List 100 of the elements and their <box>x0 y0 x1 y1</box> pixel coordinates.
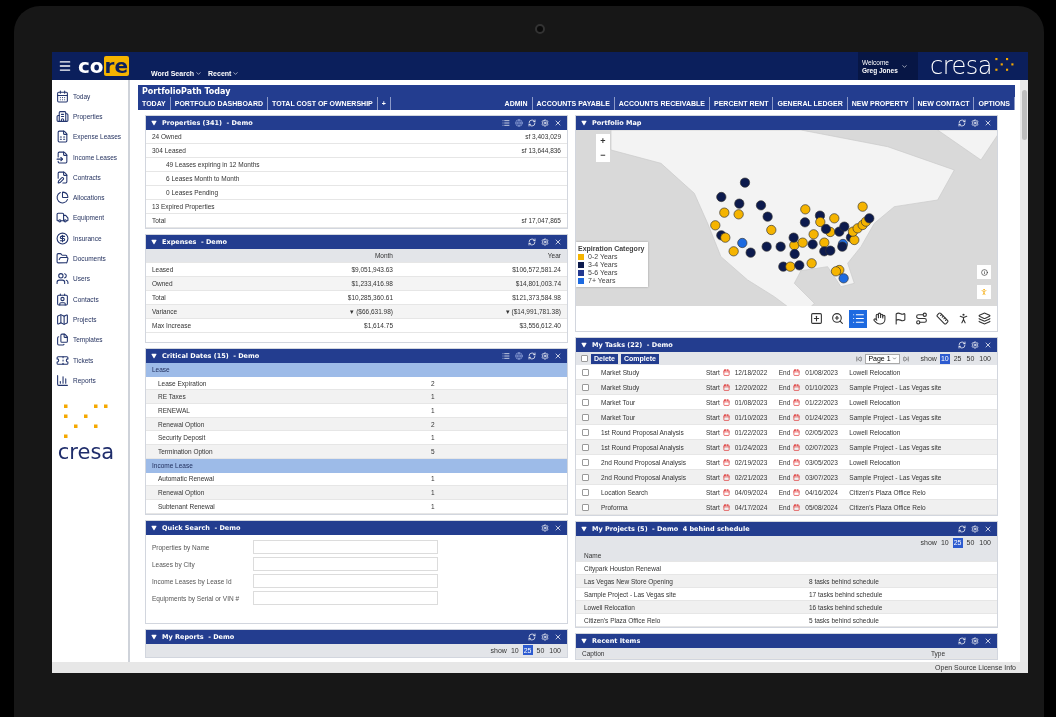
calendar-icon <box>793 503 801 511</box>
settings-icon <box>971 525 979 533</box>
collapse-icon[interactable] <box>581 342 587 348</box>
document-icon <box>56 150 69 164</box>
calendar-icon <box>793 413 801 421</box>
close-icon <box>554 119 562 127</box>
calendar-icon <box>722 503 730 511</box>
settings-icon <box>541 352 549 360</box>
list-view-icon <box>502 352 510 360</box>
checkbox[interactable] <box>582 443 589 451</box>
info-icon <box>980 268 988 276</box>
settings-icon <box>971 119 979 127</box>
person-icon <box>980 288 988 296</box>
calendar-icon <box>793 368 801 376</box>
flag-icon <box>893 312 907 325</box>
zoom-icon <box>830 312 844 325</box>
info-button[interactable] <box>977 265 991 279</box>
refresh-icon <box>528 632 536 641</box>
map-icon <box>56 312 69 326</box>
input-field[interactable] <box>253 591 438 606</box>
hand-icon <box>872 312 886 325</box>
route-icon <box>914 312 928 325</box>
calendar-icon <box>793 383 801 391</box>
collapse-icon[interactable] <box>151 239 157 245</box>
ticket-icon <box>56 353 69 367</box>
edit-document-icon <box>56 170 69 184</box>
settings-icon <box>541 523 549 532</box>
checkbox[interactable] <box>582 398 589 406</box>
calendar-icon <box>722 458 730 466</box>
input-field[interactable] <box>253 574 438 589</box>
calendar-icon <box>722 443 730 451</box>
close-icon <box>984 341 992 349</box>
collapse-icon[interactable] <box>151 524 157 531</box>
collapse-icon[interactable] <box>581 120 587 126</box>
map-tool-button[interactable] <box>975 309 993 328</box>
checkbox[interactable] <box>582 383 589 391</box>
settings-icon <box>541 119 549 127</box>
refresh-icon <box>528 238 536 246</box>
app-logo: core <box>78 56 130 76</box>
calendar-icon <box>722 473 730 481</box>
map-tool-button[interactable] <box>870 309 888 328</box>
first-page-icon <box>856 355 863 362</box>
checkbox[interactable] <box>582 428 589 436</box>
refresh-icon <box>958 341 966 349</box>
bar-chart-icon <box>56 373 69 387</box>
checkbox[interactable] <box>582 473 589 481</box>
layers-icon <box>977 312 991 325</box>
collapse-icon[interactable] <box>581 526 587 532</box>
close-icon <box>984 525 992 533</box>
brand-logo: cresa <box>930 54 992 78</box>
page-title: PortfolioPath Today <box>141 86 232 97</box>
calendar-icon <box>793 398 801 406</box>
pie-chart-icon <box>56 191 69 205</box>
close-icon <box>554 352 562 360</box>
map-tool-button[interactable] <box>933 309 951 328</box>
collapse-icon[interactable] <box>151 633 157 640</box>
input-field[interactable] <box>253 557 438 572</box>
checkbox[interactable] <box>582 458 589 466</box>
contact-card-icon <box>56 292 69 306</box>
list-icon <box>851 312 865 325</box>
close-icon <box>554 523 562 532</box>
calendar-icon <box>722 383 730 391</box>
checkbox[interactable] <box>581 355 588 362</box>
settings-icon <box>971 341 979 349</box>
caret-icon <box>195 69 203 77</box>
folder-icon <box>56 252 69 265</box>
checkbox[interactable] <box>582 413 589 421</box>
collapse-icon[interactable] <box>581 638 587 644</box>
refresh-icon <box>528 352 536 360</box>
spreadsheet-icon <box>56 130 69 144</box>
calendar-icon <box>722 413 730 421</box>
caret-icon <box>232 69 240 77</box>
add-icon <box>809 312 823 325</box>
refresh-icon <box>958 637 966 645</box>
calendar-icon <box>793 443 801 451</box>
calendar-icon <box>722 368 730 376</box>
checkbox[interactable] <box>582 488 589 496</box>
collapse-icon[interactable] <box>151 353 157 359</box>
checkbox[interactable] <box>582 503 589 511</box>
close-icon <box>554 238 562 246</box>
camera-icon <box>535 24 545 34</box>
calendar-icon <box>56 89 69 103</box>
files-icon <box>56 333 69 347</box>
refresh-icon <box>528 119 536 127</box>
globe-icon <box>515 119 523 127</box>
list-view-icon <box>502 119 510 127</box>
collapse-icon[interactable] <box>151 120 157 126</box>
calendar-icon <box>722 488 730 496</box>
settings-icon <box>541 632 549 641</box>
calendar-icon <box>793 458 801 466</box>
input-field[interactable] <box>253 540 438 555</box>
calendar-icon <box>793 428 801 436</box>
calendar-icon <box>722 428 730 436</box>
close-icon <box>554 632 562 641</box>
caret-icon <box>891 356 897 361</box>
menu-icon <box>58 59 72 73</box>
ruler-icon <box>935 312 949 325</box>
caret-icon <box>900 62 908 70</box>
settings-icon <box>971 637 979 645</box>
checkbox[interactable] <box>582 368 589 376</box>
